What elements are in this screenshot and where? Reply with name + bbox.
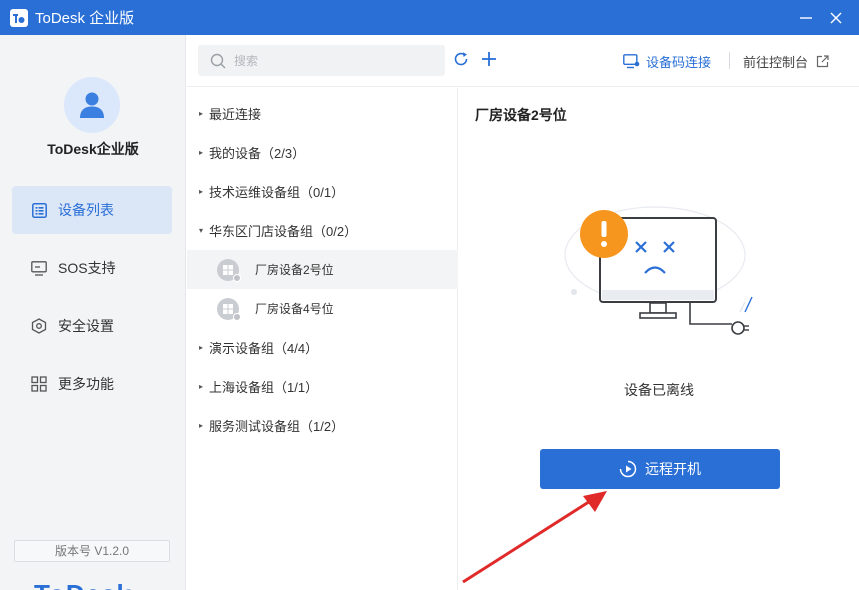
tree-group-label: 华东区门店设备组（0/2） <box>209 224 358 239</box>
grid-icon <box>30 375 48 393</box>
device-label: 厂房设备2号位 <box>255 263 334 277</box>
sidebar-item-label: 设备列表 <box>58 202 114 218</box>
tree-group-label: 我的设备（2/3） <box>209 146 306 161</box>
tree-group-demo[interactable]: ▸ 演示设备组（4/4） <box>187 328 458 367</box>
remote-power-on-button[interactable]: 远程开机 <box>540 449 780 489</box>
device-tree: ▸ 最近连接 ▸ 我的设备（2/3） ▸ 技术运维设备组（0/1） ▾ 华东区门… <box>187 88 458 590</box>
power-play-icon <box>619 460 637 478</box>
sidebar-item-security[interactable]: 安全设置 <box>12 302 172 350</box>
sidebar: ToDesk企业版 设备列表 SOS支持 安全设置 更多功能 版本号 V1.2.… <box>0 35 186 590</box>
external-link-icon <box>816 55 829 68</box>
org-name: ToDesk企业版 <box>47 141 139 157</box>
tree-group-east-china[interactable]: ▾ 华东区门店设备组（0/2） <box>187 211 458 250</box>
offline-status-dot <box>233 312 241 321</box>
avatar[interactable] <box>64 77 120 133</box>
tree-group-my-devices[interactable]: ▸ 我的设备（2/3） <box>187 133 458 172</box>
annotation-arrow-icon <box>462 491 607 584</box>
window-title: ToDesk 企业版 <box>35 10 135 27</box>
remote-power-on-label: 远程开机 <box>645 461 701 477</box>
search-box[interactable] <box>198 45 445 76</box>
monitor-bezel <box>602 290 714 300</box>
tree-group-tech-ops[interactable]: ▸ 技术运维设备组（0/1） <box>187 172 458 211</box>
hexagon-settings-icon <box>30 317 48 335</box>
tree-group-label: 演示设备组（4/4） <box>209 341 319 356</box>
search-input[interactable] <box>234 53 424 68</box>
sidebar-item-sos[interactable]: SOS支持 <box>12 244 172 292</box>
list-icon <box>30 201 48 219</box>
offline-status-text: 设备已离线 <box>624 382 694 398</box>
app-logo-icon <box>10 8 28 27</box>
search-icon <box>210 53 226 69</box>
sidebar-item-label: 更多功能 <box>58 376 114 392</box>
sidebar-item-label: 安全设置 <box>58 318 114 334</box>
minimize-icon[interactable] <box>796 8 816 28</box>
tree-group-service-test[interactable]: ▸ 服务测试设备组（1/2） <box>187 406 458 445</box>
caret-right-icon: ▸ <box>199 109 204 118</box>
decor-dot <box>571 289 577 295</box>
device-code-connect-label: 设备码连接 <box>646 55 712 70</box>
sidebar-item-label: SOS支持 <box>58 260 116 276</box>
divider <box>729 52 730 69</box>
version-label: 版本号 V1.2.0 <box>14 540 170 562</box>
screen-connect-icon <box>623 54 640 69</box>
windows-device-icon <box>217 258 241 282</box>
device-detail-title: 厂房设备2号位 <box>475 107 567 123</box>
caret-right-icon: ▸ <box>199 343 204 352</box>
tree-group-label: 技术运维设备组（0/1） <box>209 185 345 200</box>
caret-right-icon: ▸ <box>199 148 204 157</box>
caret-right-icon: ▸ <box>199 382 204 391</box>
caret-down-icon: ▾ <box>199 226 204 235</box>
tree-group-shanghai[interactable]: ▸ 上海设备组（1/1） <box>187 367 458 406</box>
tree-group-recent[interactable]: ▸ 最近连接 <box>187 94 458 133</box>
tree-group-label: 最近连接 <box>209 107 262 122</box>
add-icon[interactable] <box>480 50 498 68</box>
offline-status-dot <box>233 273 241 282</box>
caret-right-icon: ▸ <box>199 187 204 196</box>
device-label: 厂房设备4号位 <box>255 302 334 316</box>
device-item[interactable]: 厂房设备4号位 <box>187 289 458 328</box>
sidebar-item-more[interactable]: 更多功能 <box>12 360 172 408</box>
tree-group-label: 上海设备组（1/1） <box>209 380 319 395</box>
refresh-icon[interactable] <box>452 50 470 68</box>
windows-device-icon <box>217 297 241 321</box>
power-cable <box>689 302 732 325</box>
goto-console-label: 前往控制台 <box>743 55 809 70</box>
device-code-connect-button[interactable]: 设备码连接 <box>623 52 711 71</box>
goto-console-link[interactable]: 前往控制台 <box>743 52 829 71</box>
offline-monitor-illustration <box>564 206 753 335</box>
close-icon[interactable] <box>826 8 846 28</box>
toolbar: 设备码连接 前往控制台 <box>187 35 859 87</box>
user-icon <box>80 92 104 118</box>
brand-logo: ToDesk <box>34 579 132 590</box>
device-item[interactable]: 厂房设备2号位 <box>187 250 458 289</box>
caret-right-icon: ▸ <box>199 421 204 430</box>
power-plug-icon <box>731 321 745 335</box>
tree-group-label: 服务测试设备组（1/2） <box>209 419 345 434</box>
monitor-icon <box>30 259 48 277</box>
sidebar-item-device-list[interactable]: 设备列表 <box>12 186 172 234</box>
title-bar: ToDesk 企业版 <box>0 0 859 35</box>
